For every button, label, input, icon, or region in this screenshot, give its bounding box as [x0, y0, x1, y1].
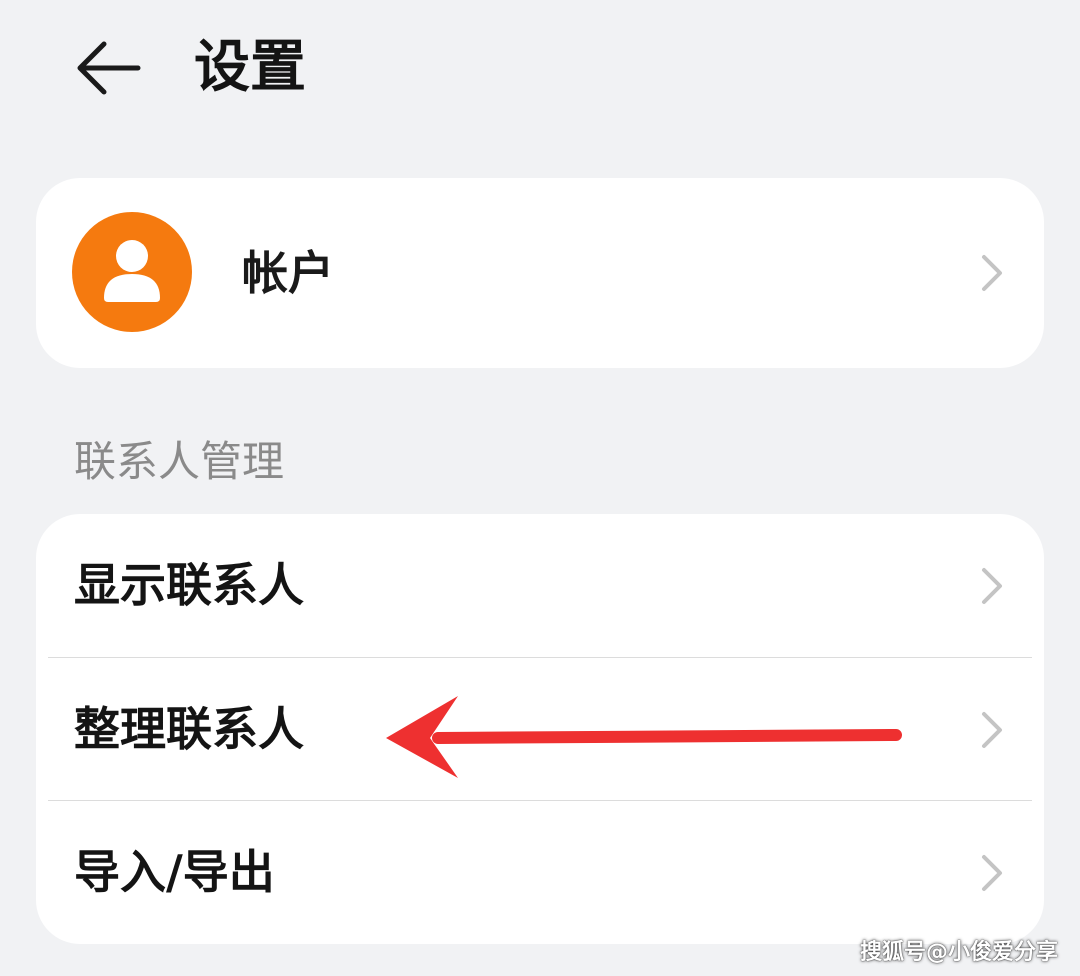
chevron-right-icon: [982, 712, 1002, 748]
account-label: 帐户: [242, 246, 334, 300]
contacts-settings-list: 显示联系人 整理联系人 导入/导出: [36, 514, 1044, 944]
list-item-show-contacts[interactable]: 显示联系人: [36, 514, 1044, 657]
chevron-right-icon: [982, 255, 1002, 291]
list-item-import-export[interactable]: 导入/导出: [36, 801, 1044, 944]
list-item-label: 整理联系人: [74, 702, 304, 756]
arrow-left-icon: [77, 41, 141, 95]
page-title: 设置: [194, 35, 306, 100]
list-item-organize-contacts[interactable]: 整理联系人: [36, 658, 1044, 801]
chevron-right-icon: [982, 855, 1002, 891]
account-card[interactable]: 帐户: [36, 178, 1044, 368]
back-button[interactable]: [72, 38, 144, 98]
list-item-label: 显示联系人: [74, 558, 304, 612]
avatar: [72, 212, 192, 332]
watermark: 搜狐号@小俊爱分享: [859, 940, 1058, 965]
app-header: 设置: [0, 0, 1080, 140]
section-header-contacts: 联系人管理: [74, 437, 285, 486]
person-icon: [104, 240, 160, 302]
chevron-right-icon: [982, 568, 1002, 604]
list-item-label: 导入/导出: [74, 845, 275, 899]
